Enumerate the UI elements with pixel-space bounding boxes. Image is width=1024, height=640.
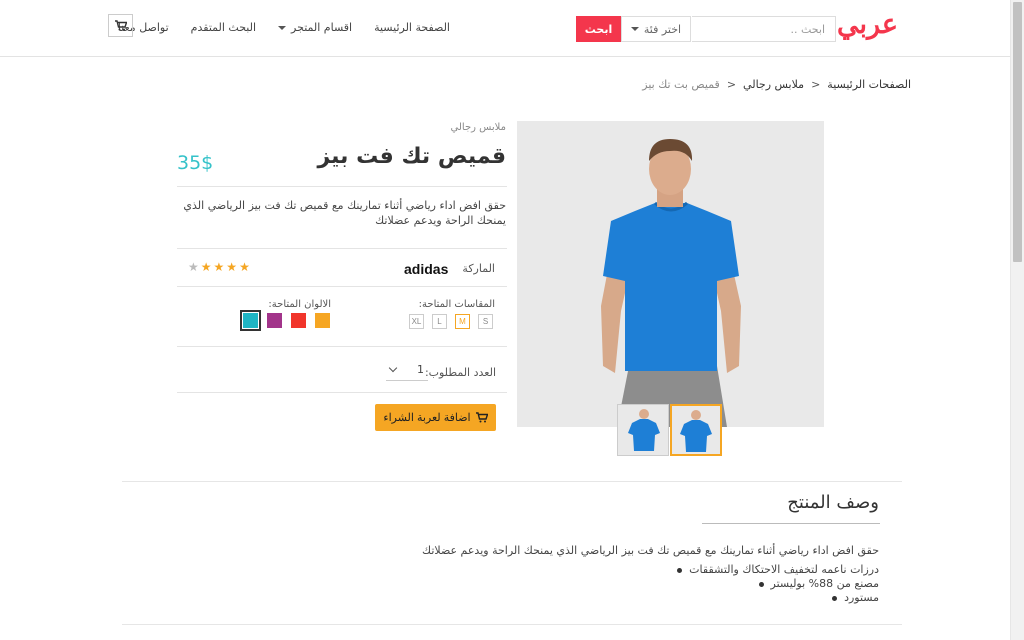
breadcrumb: الصفحات الرئيسية < ملابس رجالي < قميص بت… [642, 78, 911, 91]
add-to-cart-button[interactable]: اضافة لعربة الشراء [375, 404, 496, 431]
feature-text: مصنع من 88% بوليستر [770, 577, 879, 590]
feature-text: مستورد [844, 591, 879, 604]
add-to-cart-label: اضافة لعربة الشراء [383, 412, 471, 424]
divider [177, 392, 507, 393]
chevron-down-icon [388, 363, 398, 373]
section-divider [122, 624, 902, 625]
size-option[interactable]: L [432, 314, 447, 329]
brand-logo: adidas [404, 261, 449, 277]
star-icon: ★ [200, 260, 212, 274]
description-text: حقق افض اداء رياضي أثناء تمارينك مع قميص… [422, 544, 879, 557]
star-icon: ★ [188, 260, 199, 274]
color-options [240, 310, 330, 331]
cart-icon [475, 412, 488, 423]
color-swatch[interactable] [291, 313, 306, 328]
scrollbar-thumb[interactable] [1013, 2, 1022, 262]
rating-stars: ★ ★ ★ ★ ★ [188, 261, 250, 273]
nav-store-sections-label: اقسام المتجر [291, 21, 353, 34]
breadcrumb-category[interactable]: ملابس رجالي [743, 78, 804, 91]
nav-home[interactable]: الصفحة الرئيسية [374, 21, 450, 34]
product-category: ملابس رجالي [450, 122, 506, 133]
colors-label: الالوان المتاحة: [268, 299, 331, 310]
caret-down-icon [630, 27, 639, 31]
nav-store-sections[interactable]: اقسام المتجر [278, 21, 352, 34]
quantity-select[interactable]: 1 [386, 359, 428, 381]
product-title: قميص تك فت بيز [317, 144, 507, 169]
search-input[interactable]: ابحث .. [692, 16, 836, 42]
color-swatch[interactable] [315, 313, 330, 328]
divider [177, 286, 507, 287]
star-icon: ★ [226, 260, 238, 274]
nav-advanced-search[interactable]: البحث المتقدم [191, 21, 256, 34]
breadcrumb-separator-icon: < [726, 78, 737, 91]
size-options: XL L M S [409, 314, 493, 329]
thumbnail-photo [672, 406, 720, 454]
site-header: عربي ابحث .. اختر فئة ابحث الصفحة الرئيس… [0, 0, 1010, 57]
sizes-label: المقاسات المتاحة: [418, 299, 495, 310]
star-icon: ★ [239, 260, 250, 274]
breadcrumb-separator-icon: < [811, 78, 821, 91]
list-item: مصنع من 88% بوليستر [677, 577, 879, 591]
color-swatch-selected[interactable] [240, 310, 261, 331]
thumbnail-photo [618, 405, 668, 455]
product-thumbnail[interactable] [670, 404, 722, 456]
color-swatch[interactable] [267, 313, 282, 328]
site-logo[interactable]: عربي [837, 9, 898, 40]
category-select-label: اختر فئة [643, 22, 682, 36]
divider [177, 346, 507, 347]
scrollbar[interactable] [1010, 0, 1024, 640]
search-button[interactable]: ابحث [576, 16, 621, 42]
product-description: حقق افض اداء رياضي أثناء تمارينك مع قميص… [183, 199, 506, 227]
cart-button[interactable] [108, 14, 133, 37]
breadcrumb-home[interactable]: الصفحات الرئيسية [827, 78, 911, 91]
quantity-value: 1 [417, 363, 424, 376]
title-underline [702, 523, 880, 524]
breadcrumb-current: قميص بت تك بيز [642, 78, 720, 91]
star-icon: ★ [213, 260, 225, 274]
category-select[interactable]: اختر فئة [621, 16, 691, 42]
size-option[interactable]: S [478, 314, 493, 329]
product-price: 35$ [177, 152, 214, 174]
list-item: درزات ناعمه لتخفيف الاحتكاك والتشققات [677, 563, 879, 577]
description-title: وصف المنتج [787, 492, 879, 513]
model-photo [517, 121, 824, 427]
list-item: مستورد [677, 591, 879, 605]
feature-text: درزات ناعمه لتخفيف الاحتكاك والتشققات [689, 563, 879, 576]
divider [177, 248, 507, 249]
size-option[interactable]: XL [409, 314, 424, 329]
cart-icon [114, 20, 127, 31]
feature-list: درزات ناعمه لتخفيف الاحتكاك والتشققات مص… [677, 563, 879, 605]
caret-down-icon [278, 25, 287, 30]
product-page: عربي ابحث .. اختر فئة ابحث الصفحة الرئيس… [0, 0, 1024, 640]
product-thumbnail[interactable] [617, 404, 669, 456]
size-option-selected[interactable]: M [455, 314, 470, 329]
product-main-image[interactable] [517, 121, 824, 427]
main-nav: الصفحة الرئيسية اقسام المتجر البحث المتق… [118, 21, 450, 34]
quantity-label: العدد المطلوب: [424, 366, 496, 379]
section-divider [122, 481, 902, 482]
divider [177, 186, 507, 187]
brand-label: الماركة [462, 262, 495, 275]
